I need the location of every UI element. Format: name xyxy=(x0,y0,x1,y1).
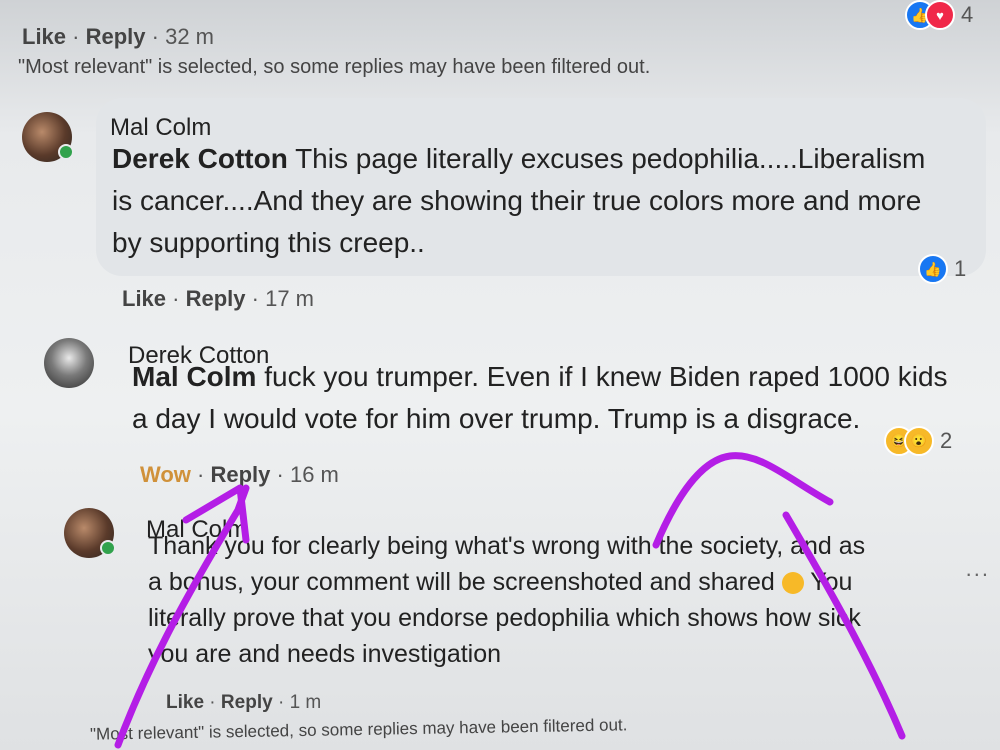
annotation-arrow-right xyxy=(782,511,906,740)
annotation-arrow-left xyxy=(114,484,250,749)
annotation-overlay xyxy=(114,452,906,749)
annotation-arrow-middle xyxy=(652,452,834,549)
